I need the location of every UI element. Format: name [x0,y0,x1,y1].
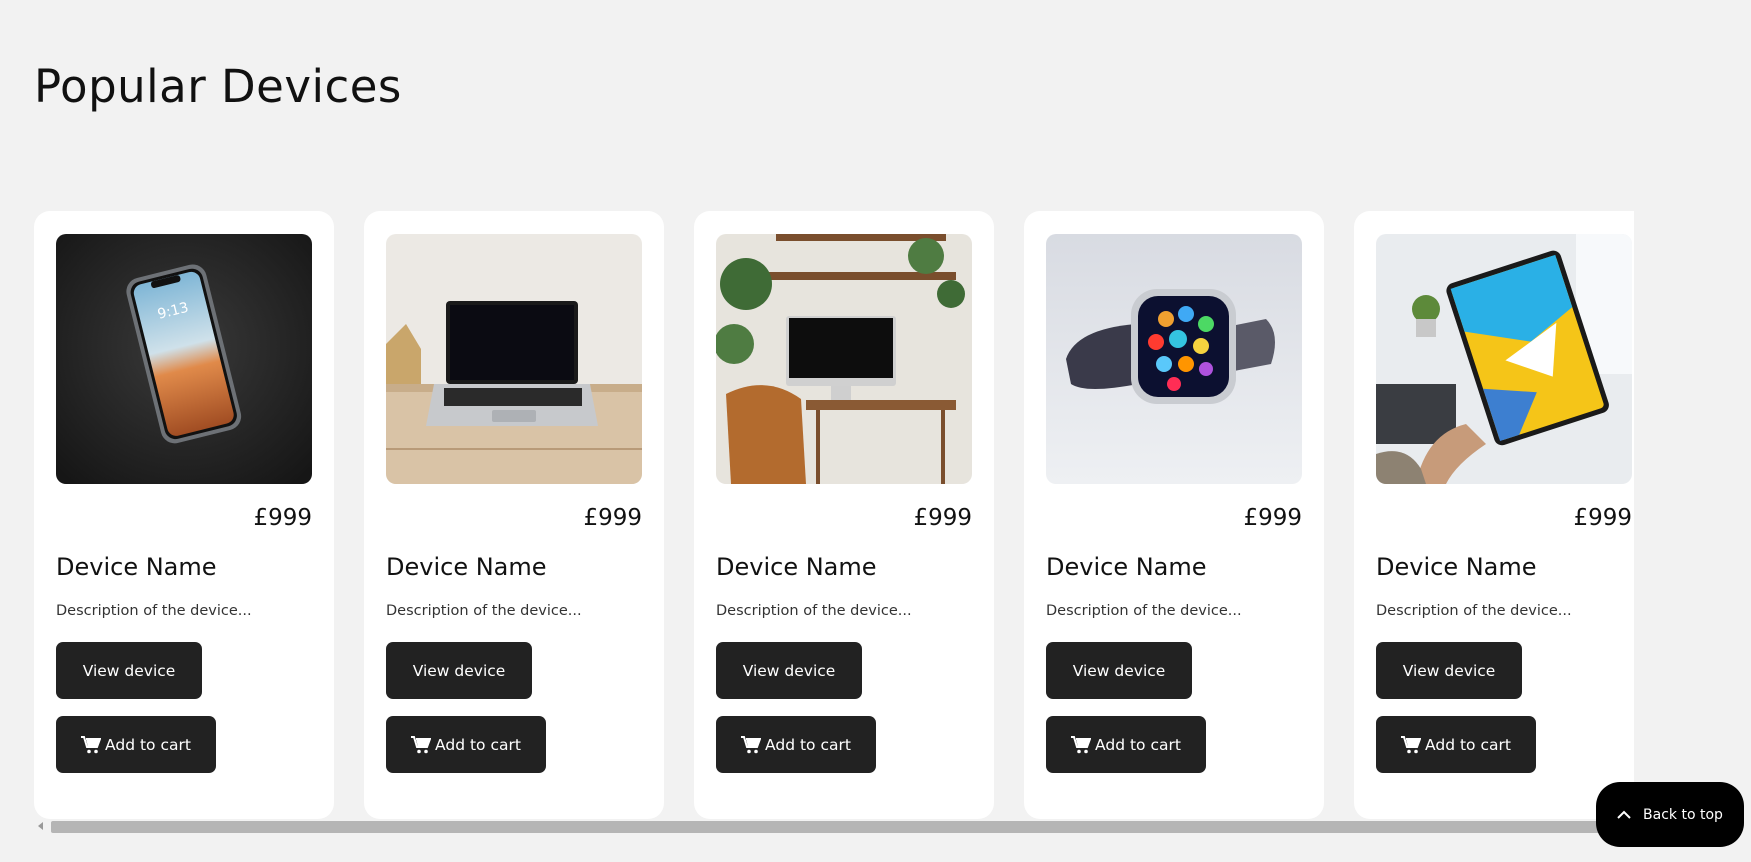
device-price: £999 [583,505,642,531]
add-to-cart-button[interactable]: Add to cart [56,716,216,773]
device-price: £999 [1243,505,1302,531]
device-card: £999 Device Name Description of the devi… [1024,211,1324,819]
device-image-smartphone[interactable]: 9:13 [56,234,312,484]
shopping-cart-icon [1401,735,1422,753]
add-to-cart-button[interactable]: Add to cart [386,716,546,773]
device-card: £999 Device Name Description of the devi… [364,211,664,819]
device-image-laptop[interactable] [386,234,642,484]
tablet-image [1376,234,1632,484]
device-image-smartwatch[interactable] [1046,234,1302,484]
add-to-cart-label: Add to cart [435,735,521,754]
section-title: Popular Devices [34,60,402,113]
desktop-image [716,234,972,484]
carousel-track: 9:13 £999 Device Name Description of the… [34,211,1634,819]
add-to-cart-button[interactable]: Add to cart [1046,716,1206,773]
device-card: £999 Device Name Description of the devi… [694,211,994,819]
device-price: £999 [913,505,972,531]
view-device-button[interactable]: View device [1376,642,1522,699]
device-card: 9:13 £999 Device Name Description of the… [34,211,334,819]
device-card: £999 Device Name Description of the devi… [1354,211,1634,819]
device-price: £999 [1573,505,1632,531]
add-to-cart-button[interactable]: Add to cart [716,716,876,773]
shopping-cart-icon [741,735,762,753]
view-device-button[interactable]: View device [56,642,202,699]
device-name: Device Name [386,553,547,581]
device-description: Description of the device... [716,603,912,619]
device-name: Device Name [56,553,217,581]
scroll-left-arrow-icon[interactable] [38,822,43,830]
shopping-cart-icon [1071,735,1092,753]
back-to-top-label: Back to top [1643,806,1723,823]
smartphone-image: 9:13 [56,234,312,484]
device-description: Description of the device... [1376,603,1572,619]
shopping-cart-icon [411,735,432,753]
back-to-top-button[interactable]: Back to top [1596,782,1744,847]
add-to-cart-label: Add to cart [1095,735,1181,754]
view-device-button[interactable]: View device [386,642,532,699]
chevron-up-icon [1617,810,1631,819]
device-image-desktop[interactable] [716,234,972,484]
device-description: Description of the device... [1046,603,1242,619]
add-to-cart-label: Add to cart [1425,735,1511,754]
device-description: Description of the device... [56,603,252,619]
scroll-thumb[interactable] [51,821,1636,833]
view-device-button[interactable]: View device [1046,642,1192,699]
view-device-button[interactable]: View device [716,642,862,699]
device-image-tablet[interactable] [1376,234,1632,484]
device-name: Device Name [1046,553,1207,581]
device-name: Device Name [716,553,877,581]
device-description: Description of the device... [386,603,582,619]
device-name: Device Name [1376,553,1537,581]
device-carousel[interactable]: 9:13 £999 Device Name Description of the… [34,211,1634,821]
add-to-cart-label: Add to cart [765,735,851,754]
laptop-image [386,234,642,484]
add-to-cart-label: Add to cart [105,735,191,754]
shopping-cart-icon [81,735,102,753]
device-price: £999 [253,505,312,531]
smartwatch-image [1046,234,1302,484]
add-to-cart-button[interactable]: Add to cart [1376,716,1536,773]
horizontal-scrollbar[interactable] [38,818,1638,834]
